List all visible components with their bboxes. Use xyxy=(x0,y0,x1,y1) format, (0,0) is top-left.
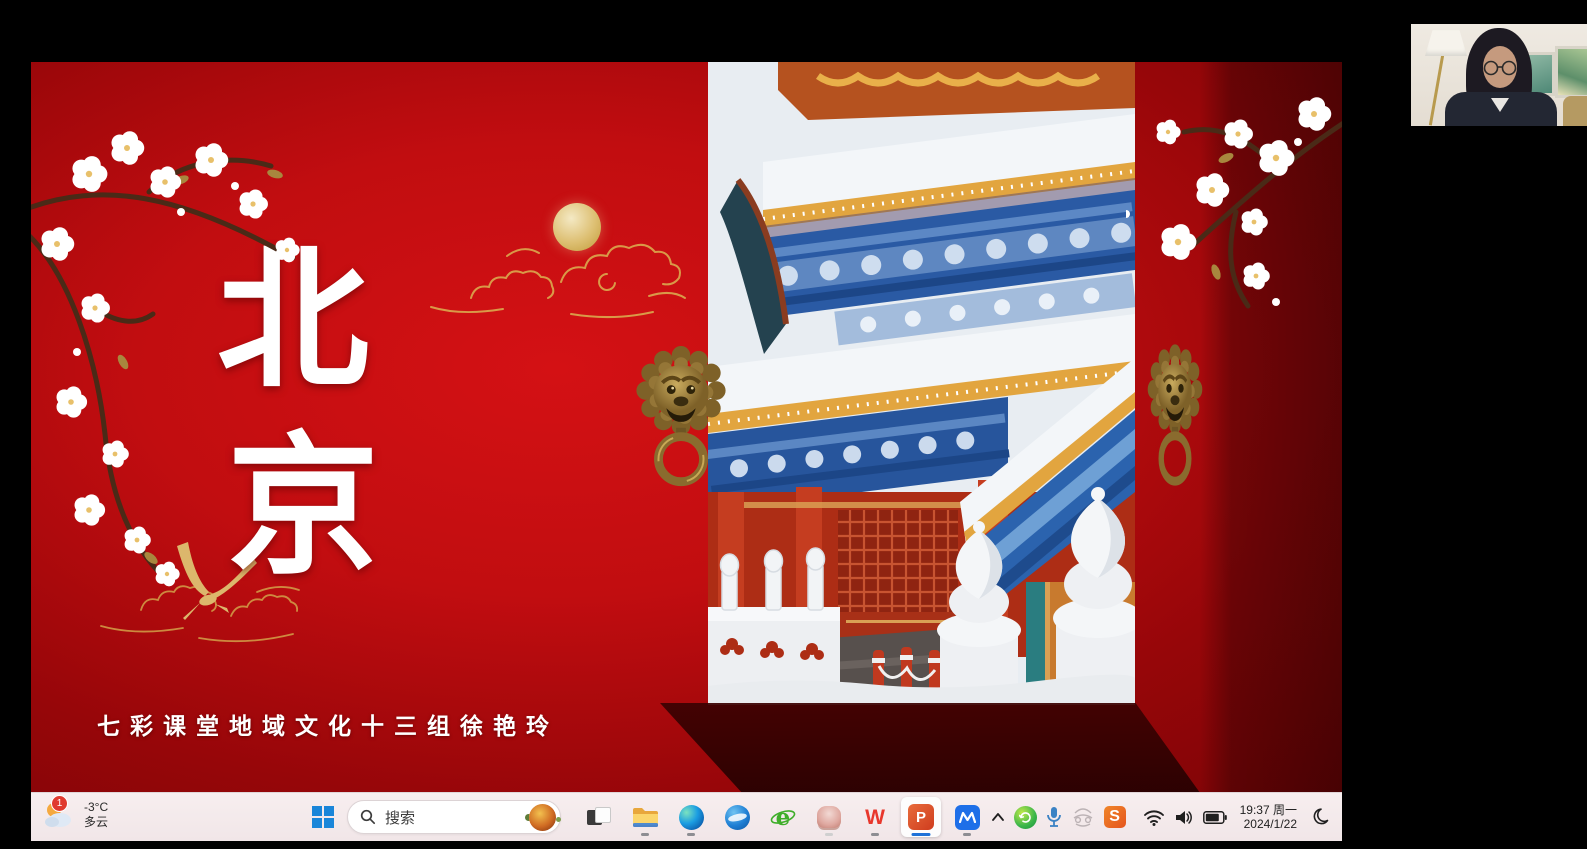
edge-browser-button[interactable] xyxy=(671,797,711,837)
microphone-tray-icon[interactable] xyxy=(1046,806,1062,828)
gold-clouds-decoration xyxy=(411,212,701,332)
task-view-icon xyxy=(587,807,611,827)
file-explorer-button[interactable] xyxy=(625,797,665,837)
battery-icon[interactable] xyxy=(1203,811,1227,824)
search-placeholder: 搜索 xyxy=(385,807,529,828)
antivirus-tray-icon[interactable] xyxy=(1014,806,1037,829)
wall-painting-right xyxy=(1555,46,1587,98)
search-daily-image xyxy=(529,804,556,831)
running-indicator xyxy=(825,833,833,836)
system-tray: S 19:37 周一 2024/1/ xyxy=(991,793,1332,841)
weather-badge: 1 xyxy=(51,795,68,812)
lion-knocker-left xyxy=(632,334,730,502)
blue-browser-button[interactable] xyxy=(717,797,757,837)
floor-lamp-shade xyxy=(1425,30,1467,56)
powerpoint-button[interactable]: P xyxy=(901,797,941,837)
file-explorer-icon xyxy=(632,806,659,829)
presentation-slide: 北 京 xyxy=(31,62,1342,792)
internet-explorer-icon: e xyxy=(770,804,796,830)
clock-time: 19:37 周一 xyxy=(1240,803,1297,817)
windows-taskbar: 1 -3°C 多云 搜索 xyxy=(31,792,1342,841)
shared-screen: 北 京 xyxy=(31,62,1342,840)
edge-browser-icon xyxy=(679,805,704,830)
chair-corner xyxy=(1563,96,1587,126)
tray-expand-chevron[interactable] xyxy=(991,812,1005,822)
forbidden-city-photo xyxy=(708,62,1135,705)
weather-temperature: -3°C xyxy=(84,800,108,815)
wps-office-icon: W xyxy=(865,807,885,828)
game-app-icon xyxy=(817,806,841,828)
meeting-app-button[interactable] xyxy=(947,797,987,837)
meeting-app-icon xyxy=(955,805,980,830)
photo-drop-shadow xyxy=(631,703,1211,792)
weather-cloud-icon: 1 xyxy=(43,798,77,832)
running-indicator xyxy=(641,833,649,836)
wifi-icon[interactable] xyxy=(1143,809,1165,826)
running-indicator xyxy=(687,833,695,836)
volume-icon[interactable] xyxy=(1174,809,1194,826)
lion-knocker-right xyxy=(1145,338,1205,496)
meeting-screen: 北 京 xyxy=(0,0,1587,849)
taskbar-clock[interactable]: 19:37 周一 2024/1/22 xyxy=(1240,803,1297,832)
active-running-indicator xyxy=(912,833,931,836)
wps-office-button[interactable]: W xyxy=(855,797,895,837)
windows-logo-icon xyxy=(312,806,334,828)
blue-browser-icon xyxy=(725,805,750,830)
night-mode-moon-icon[interactable] xyxy=(1312,807,1332,827)
weather-condition: 多云 xyxy=(84,815,108,830)
search-icon xyxy=(360,809,376,825)
presenter-webcam-video[interactable] xyxy=(1411,24,1587,126)
presenter-glasses xyxy=(1479,60,1523,76)
running-indicator xyxy=(871,833,879,836)
plum-blossom-top-left xyxy=(31,62,321,592)
slide-caption: 七彩课堂地域文化十三组徐艳玲 xyxy=(97,707,559,741)
sogou-input-tray-icon[interactable]: S xyxy=(1104,806,1126,828)
internet-explorer-button[interactable]: e xyxy=(763,797,803,837)
task-view-button[interactable] xyxy=(579,797,619,837)
start-button[interactable] xyxy=(303,797,343,837)
plum-blossom-top-right xyxy=(1126,62,1342,312)
taskbar-search-input[interactable]: 搜索 xyxy=(347,800,561,834)
game-app-button[interactable] xyxy=(809,797,849,837)
clock-date: 2024/1/22 xyxy=(1240,817,1297,831)
running-indicator xyxy=(963,833,971,836)
powerpoint-icon: P xyxy=(908,804,934,830)
taskbar-weather-widget[interactable]: 1 -3°C 多云 xyxy=(43,798,108,832)
ime-ornament-tray-icon[interactable] xyxy=(1071,807,1095,827)
